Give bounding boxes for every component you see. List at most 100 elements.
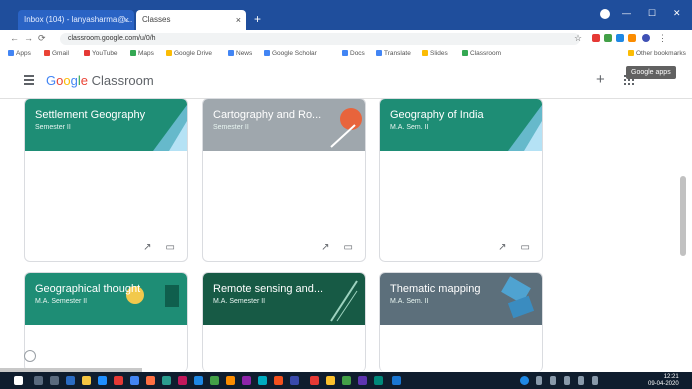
bookmark-item[interactable]: Slides (422, 50, 448, 57)
card-actions: ↗ ▭ (307, 242, 353, 253)
browser-toolbar: ← → ⟳ classroom.google.com/u/0/h ☆ ⋮ (0, 30, 692, 49)
progress-trend-icon[interactable]: ↗ (143, 242, 151, 253)
card-banner: Thematic mapping M.A. Sem. II (380, 273, 542, 325)
network-icon[interactable] (520, 376, 529, 385)
app-icon[interactable] (358, 376, 367, 385)
progress-trend-icon[interactable]: ↗ (498, 242, 506, 253)
course-title[interactable]: Thematic mapping (390, 283, 481, 295)
close-tab-icon[interactable]: × (236, 10, 241, 30)
course-section: Semester II (213, 124, 249, 131)
classroom-header: Google Classroom + Google apps (0, 62, 692, 99)
course-card[interactable]: Geography of India M.A. Sem. II ↗ ▭ (379, 98, 543, 262)
language-icon[interactable] (592, 376, 598, 385)
taskbar-clock[interactable]: 12:21 09-04-2020 (648, 374, 679, 388)
banner-illustration-icon (330, 280, 358, 322)
course-title[interactable]: Settlement Geography (35, 109, 145, 121)
app-icon[interactable] (178, 376, 187, 385)
task-view-icon[interactable] (50, 376, 59, 385)
extension-icon[interactable] (604, 34, 612, 42)
extension-icon[interactable] (616, 34, 624, 42)
start-icon[interactable] (14, 376, 23, 385)
main-menu-icon[interactable] (24, 75, 34, 87)
app-icon[interactable] (258, 376, 267, 385)
help-icon[interactable] (24, 350, 36, 362)
tab-classes[interactable]: Classes × (136, 10, 246, 30)
forward-icon[interactable]: → (24, 33, 33, 43)
file-explorer-icon[interactable] (82, 376, 91, 385)
classroom-logo[interactable]: Google Classroom (46, 73, 154, 88)
course-card[interactable]: Settlement Geography Semester II ↗ ▭ (24, 98, 188, 262)
folder-icon[interactable]: ▭ (344, 242, 353, 253)
app-icon[interactable] (310, 376, 319, 385)
bookmark-item[interactable]: Apps (8, 50, 31, 57)
profile-icon[interactable] (600, 9, 610, 19)
tray-icon[interactable] (536, 376, 542, 385)
chrome-icon[interactable] (130, 376, 139, 385)
close-tab-icon[interactable]: × (124, 10, 129, 30)
star-icon[interactable]: ☆ (574, 33, 582, 44)
bookmark-item[interactable]: YouTube (84, 50, 118, 57)
battery-icon[interactable] (578, 376, 584, 385)
tab-gmail[interactable]: Inbox (104) - lanyasharma@... × (18, 10, 134, 30)
app-icon[interactable] (146, 376, 155, 385)
extension-icon[interactable] (592, 34, 600, 42)
new-tab-button[interactable]: + (254, 12, 261, 26)
edge-icon[interactable] (66, 376, 75, 385)
app-icon[interactable] (210, 376, 219, 385)
browser-tab-strip: Inbox (104) - lanyasharma@... × Classes … (0, 0, 692, 30)
app-icon[interactable] (162, 376, 171, 385)
reload-icon[interactable]: ⟳ (38, 33, 46, 44)
course-card[interactable]: Remote sensing and... M.A. Semester II (202, 272, 366, 372)
bookmark-item[interactable]: Google Drive (166, 50, 212, 57)
card-banner: Remote sensing and... M.A. Semester II (203, 273, 365, 325)
app-icon[interactable] (114, 376, 123, 385)
bookmark-item[interactable]: Docs (342, 50, 365, 57)
minimize-button[interactable]: — (622, 8, 631, 18)
course-title[interactable]: Geography of India (390, 109, 484, 121)
search-icon[interactable] (34, 376, 43, 385)
close-window-button[interactable]: ✕ (673, 8, 681, 19)
folder-icon[interactable]: ▭ (166, 242, 175, 253)
course-card[interactable]: Cartography and Ro... Semester II ↗ ▭ (202, 98, 366, 262)
course-title[interactable]: Geographical thought (35, 283, 140, 295)
course-title[interactable]: Remote sensing and... (213, 283, 323, 295)
app-icon[interactable] (374, 376, 383, 385)
app-icon[interactable] (274, 376, 283, 385)
bookmark-item[interactable]: Translate (376, 50, 411, 57)
app-icon[interactable] (392, 376, 401, 385)
app-icon[interactable] (242, 376, 251, 385)
maximize-button[interactable]: ☐ (648, 8, 656, 19)
folder-icon[interactable]: ▭ (521, 242, 530, 253)
course-title[interactable]: Cartography and Ro... (213, 109, 321, 121)
windows-taskbar: 12:21 09-04-2020 (0, 372, 692, 389)
banner-illustration-icon (153, 105, 187, 151)
menu-icon[interactable]: ⋮ (658, 33, 667, 44)
app-icon[interactable] (194, 376, 203, 385)
profile-avatar-icon[interactable] (642, 34, 650, 42)
app-icon[interactable] (226, 376, 235, 385)
bookmark-item[interactable]: Google Scholar (264, 50, 317, 57)
app-icon[interactable] (326, 376, 335, 385)
course-card[interactable]: Thematic mapping M.A. Sem. II (379, 272, 543, 372)
app-icon[interactable] (342, 376, 351, 385)
clock-date: 09-04-2020 (648, 381, 679, 387)
bookmark-item[interactable]: Other bookmarks (628, 50, 686, 57)
progress-trend-icon[interactable]: ↗ (321, 242, 329, 253)
bookmark-item[interactable]: Classroom (462, 50, 501, 57)
bookmark-item[interactable]: News (228, 50, 252, 57)
volume-icon[interactable] (564, 376, 570, 385)
banner-illustration-icon (330, 108, 362, 148)
card-banner: Geographical thought M.A. Semester II (25, 273, 187, 325)
bookmark-item[interactable]: Gmail (44, 50, 69, 57)
store-icon[interactable] (98, 376, 107, 385)
extension-icon[interactable] (628, 34, 636, 42)
bookmark-item[interactable]: Maps (130, 50, 154, 57)
create-or-join-class-button[interactable]: + (596, 71, 605, 88)
back-icon[interactable]: ← (10, 33, 19, 43)
address-bar[interactable]: classroom.google.com/u/0/h (60, 33, 580, 45)
app-icon[interactable] (290, 376, 299, 385)
tray-icon[interactable] (550, 376, 556, 385)
vertical-scrollbar[interactable] (680, 176, 686, 256)
course-section: M.A. Sem. II (390, 298, 429, 305)
course-card[interactable]: Geographical thought M.A. Semester II (24, 272, 188, 372)
